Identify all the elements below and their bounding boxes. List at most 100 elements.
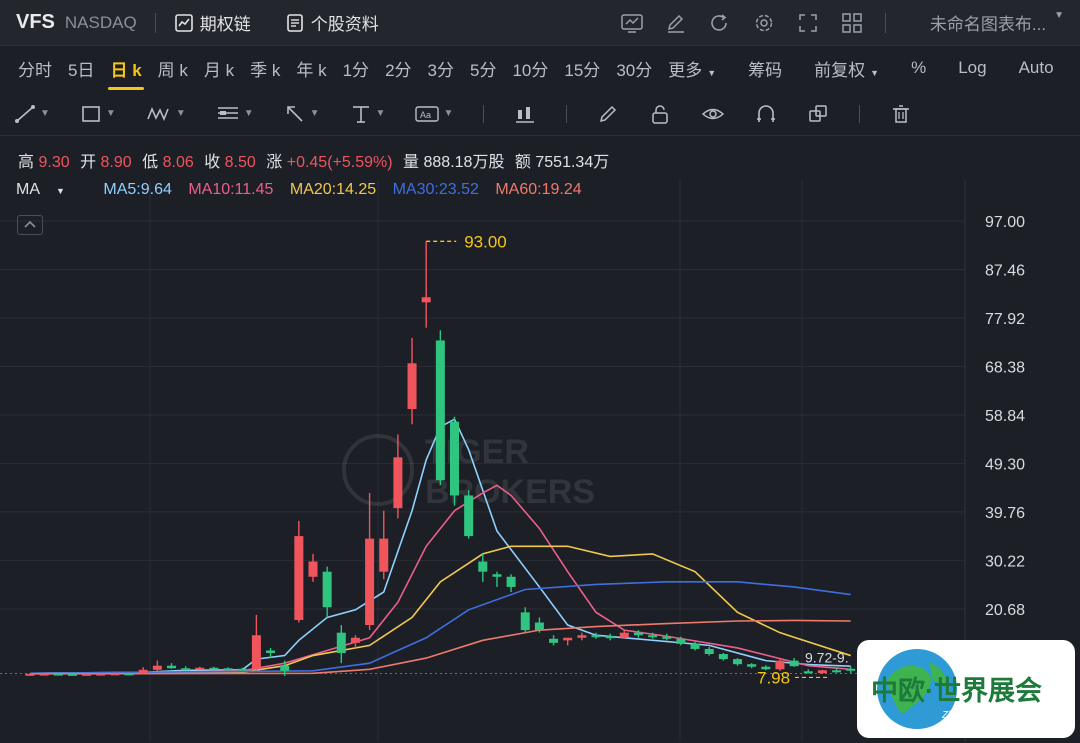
exchange: NASDAQ — [64, 12, 137, 32]
candle — [365, 492, 375, 631]
fib-tool[interactable]: ▼ — [216, 104, 254, 124]
trend-line-icon — [15, 104, 35, 123]
gear-icon[interactable] — [753, 13, 775, 33]
lock-tool[interactable] — [649, 104, 671, 124]
grid-layout-icon[interactable] — [841, 12, 863, 33]
tf-more[interactable]: 更多 ▼ — [660, 56, 724, 81]
price-axis-label: 97.00 — [985, 214, 1025, 231]
candle — [435, 330, 445, 486]
pattern-tool[interactable]: ▼ — [146, 104, 186, 124]
candle-body — [25, 673, 35, 676]
options-chain-button[interactable]: 期权链 — [174, 10, 251, 35]
globe-logo-icon: 中欧·世界展会 ZhongOu Expo — [871, 649, 1042, 729]
candle — [209, 666, 219, 670]
tf-6[interactable]: 年 k — [288, 56, 334, 81]
top-bar: VFS NASDAQ 期权链 个股资料 未命名图表布... ▼ — [0, 0, 1080, 46]
candle — [789, 658, 799, 667]
percent-toggle[interactable]: % — [903, 58, 934, 78]
candle-body — [648, 635, 658, 638]
layout-name-dropdown[interactable]: 未命名图表布... ▼ — [908, 10, 1064, 35]
high-value: 9.30 — [38, 154, 70, 171]
ma-legend: MA ▼ MA5:9.64 MA10:11.45 MA20:14.25 MA30:… — [16, 181, 594, 199]
candle — [251, 614, 261, 671]
magnet-tool[interactable] — [755, 104, 777, 124]
ma-dropdown[interactable]: MA ▼ — [16, 181, 77, 198]
caret-down-icon: ▼ — [443, 108, 454, 119]
candle — [464, 490, 474, 539]
log-toggle[interactable]: Log — [950, 58, 994, 78]
top-icons: 未命名图表布... ▼ — [599, 10, 1064, 35]
layout-name-label: 未命名图表布... — [929, 15, 1047, 34]
rectangle-tool[interactable]: ▼ — [80, 104, 116, 124]
tf-4[interactable]: 月 k — [196, 56, 242, 81]
adjust-label: 前复权 — [814, 60, 866, 80]
candle-body — [209, 667, 219, 670]
tf-9[interactable]: 3分 — [420, 56, 462, 81]
brush-tool[interactable] — [597, 104, 619, 124]
change-label: 涨 — [266, 154, 283, 171]
candle-body — [393, 457, 403, 509]
candle-body — [181, 668, 191, 671]
candle-body — [379, 538, 389, 572]
candle — [492, 571, 502, 587]
candle-body — [733, 659, 742, 665]
divider — [566, 104, 568, 123]
visibility-tool[interactable] — [701, 104, 725, 124]
candle — [549, 635, 559, 646]
candle — [181, 666, 191, 671]
clone-tool[interactable] — [807, 104, 829, 124]
high-label: 高 — [18, 154, 35, 171]
fullscreen-icon[interactable] — [797, 13, 819, 33]
text-tool[interactable]: Aa ▼ — [415, 104, 453, 124]
tf-12[interactable]: 15分 — [556, 56, 608, 81]
candle-body — [322, 571, 332, 608]
tf-7[interactable]: 1分 — [335, 56, 377, 81]
ma60-value: MA60:19.24 — [495, 181, 582, 198]
high-marker-label: 93.00 — [464, 232, 507, 251]
tf-8[interactable]: 2分 — [377, 56, 419, 81]
chips-button[interactable]: 筹码 — [740, 56, 790, 81]
low-marker-label: 7.98 — [757, 668, 790, 687]
candle — [379, 510, 389, 580]
candle-body — [67, 673, 77, 676]
candle-body — [563, 637, 573, 641]
arrow-tool[interactable]: ▼ — [284, 104, 320, 124]
tf-13[interactable]: 30分 — [608, 56, 660, 81]
price-axis-label: 58.84 — [985, 408, 1025, 425]
tf-10[interactable]: 5分 — [462, 56, 504, 81]
candle-body — [591, 635, 601, 638]
adjust-dropdown[interactable]: 前复权 ▼ — [806, 56, 887, 81]
candle-body — [619, 632, 629, 638]
tf-3[interactable]: 周 k — [150, 56, 196, 81]
unlock-icon — [652, 104, 669, 124]
caret-down-icon: ▼ — [707, 67, 717, 78]
text-box-icon: Aa — [415, 105, 440, 122]
candle-body — [817, 670, 827, 674]
tf-0[interactable]: 分时 — [10, 56, 60, 81]
indicator-icon[interactable] — [621, 13, 643, 33]
candle — [450, 416, 459, 506]
trend-line-tool[interactable]: ▼ — [14, 104, 50, 124]
close-label: 收 — [204, 154, 221, 171]
candle-body — [464, 495, 474, 537]
stock-profile-button[interactable]: 个股资料 — [285, 10, 379, 35]
collapse-legend-button[interactable] — [17, 215, 43, 235]
candle-body — [450, 421, 459, 496]
delete-tool[interactable] — [890, 104, 912, 124]
refresh-icon[interactable] — [709, 13, 731, 33]
chart-type-tool[interactable] — [514, 104, 536, 124]
tf-1[interactable]: 5日 — [60, 56, 102, 81]
candle-body — [662, 636, 672, 639]
price-range-tool[interactable]: ▼ — [350, 104, 385, 124]
tf-2[interactable]: 日 k — [102, 56, 149, 90]
tf-11[interactable]: 10分 — [504, 56, 556, 81]
candle-body — [167, 665, 176, 669]
candle-body — [478, 561, 488, 572]
candle — [478, 553, 488, 582]
tf-5[interactable]: 季 k — [242, 56, 288, 81]
auto-toggle[interactable]: Auto — [1011, 58, 1062, 78]
price-axis-label: 49.30 — [985, 456, 1025, 473]
caret-down-icon: ▼ — [56, 186, 65, 196]
candle-body — [266, 650, 276, 654]
edit-icon[interactable] — [665, 13, 687, 33]
